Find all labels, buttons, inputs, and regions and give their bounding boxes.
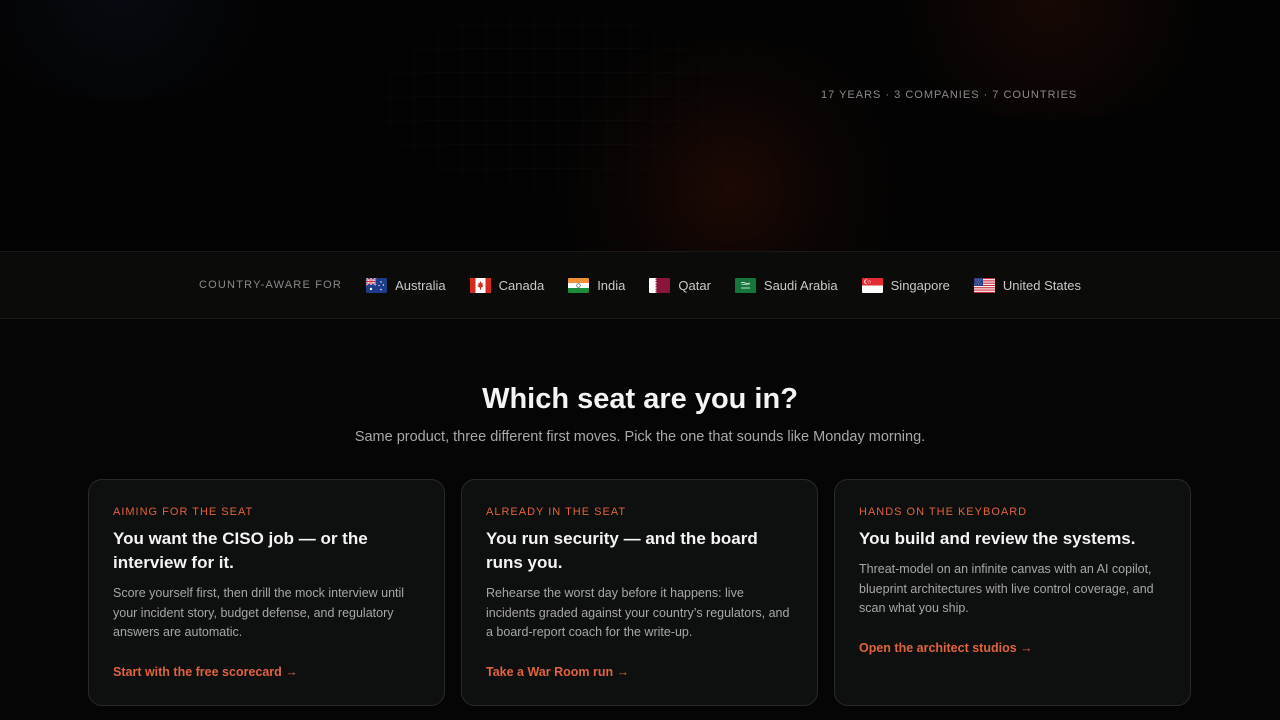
qatar-flag-icon: [649, 277, 671, 293]
country-strip-label: COUNTRY-AWARE FOR: [199, 279, 343, 291]
card-title: You build and review the systems.: [859, 529, 1136, 548]
section-subtitle: Same product, three different first move…: [354, 429, 926, 445]
country-name: India: [597, 277, 626, 293]
country-australia[interactable]: Australia: [366, 277, 446, 293]
canada-flag-icon: [469, 277, 491, 293]
war-room-link[interactable]: Take a War Room run →: [486, 665, 629, 679]
card-body: Threat-model on an infinite canvas with …: [859, 562, 1154, 615]
start-scorecard-link[interactable]: Start with the free scorecard →: [113, 665, 298, 679]
country-name: Canada: [498, 277, 545, 293]
australia-flag-icon: [366, 277, 388, 293]
card-body: Rehearse the worst day before it happens…: [486, 586, 790, 639]
country-saudi-arabia[interactable]: Saudi Arabia: [734, 277, 838, 293]
india-flag-icon: [568, 277, 590, 293]
country-name: Singapore: [890, 277, 950, 293]
country-singapore[interactable]: Singapore: [861, 277, 950, 293]
country-canada[interactable]: Canada: [469, 277, 545, 293]
card-body: Score yourself first, then drill the moc…: [113, 586, 405, 639]
hero-glow-left: [0, 0, 300, 100]
card-eyebrow: HANDS ON THE KEYBOARD: [859, 506, 1028, 518]
section-title: Which seat are you in?: [482, 383, 798, 415]
card-title: You run security — and the board runs yo…: [486, 529, 758, 572]
country-name: United States: [1002, 277, 1081, 293]
hero-stat-line: 17 YEARS · 3 COMPANIES · 7 COUNTRIES: [821, 89, 1078, 101]
card-hands-on-keyboard: HANDS ON THE KEYBOARD You build and revi…: [834, 479, 1191, 706]
singapore-flag-icon: [861, 277, 883, 293]
seat-cards: AIMING FOR THE SEAT You want the CISO jo…: [88, 479, 1192, 706]
card-already-in-seat: ALREADY IN THE SEAT You run security — a…: [461, 479, 818, 706]
country-qatar[interactable]: Qatar: [649, 277, 711, 293]
card-title: You want the CISO job — or the interview…: [113, 529, 368, 572]
saudi-arabia-flag-icon: [734, 277, 756, 293]
hero-section: 17 YEARS · 3 COMPANIES · 7 COUNTRIES: [0, 0, 1280, 251]
country-name: Australia: [395, 277, 446, 293]
country-name: Qatar: [678, 277, 711, 293]
country-united-states[interactable]: United States: [973, 277, 1081, 293]
card-eyebrow: ALREADY IN THE SEAT: [486, 506, 627, 518]
country-india[interactable]: India: [568, 277, 626, 293]
card-eyebrow: AIMING FOR THE SEAT: [113, 506, 254, 518]
hero-glow-top-right: [860, 0, 1240, 120]
country-name: Saudi Arabia: [763, 277, 838, 293]
united-states-flag-icon: [973, 277, 995, 293]
architect-studios-link[interactable]: Open the architect studios →: [859, 641, 1033, 655]
card-aiming-for-seat: AIMING FOR THE SEAT You want the CISO jo…: [88, 479, 445, 706]
country-strip: COUNTRY-AWARE FOR Australia Canada India…: [0, 251, 1280, 319]
